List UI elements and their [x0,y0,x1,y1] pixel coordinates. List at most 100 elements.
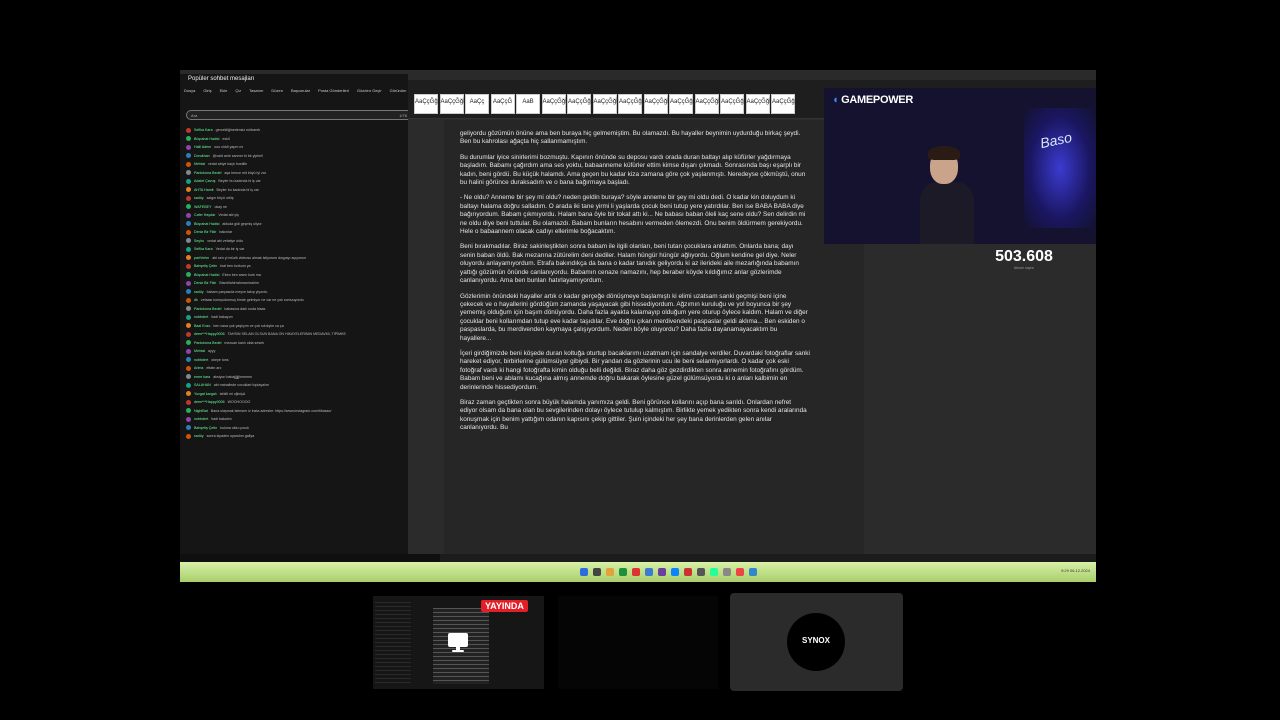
chat-author[interactable]: sadüy [194,434,204,438]
chat-message[interactable]: Halil Adem ooo ciddi yapm mı [186,143,408,152]
chat-message[interactable]: Sefika Kara Vedat da bir iş var [186,245,408,254]
chat-message[interactable]: Büşrahat Hadisi abluda gidi geçmiş oliyor [186,220,408,229]
style-gallery-item[interactable]: AaÇçĞ [490,94,515,114]
chat-message[interactable]: Büşrahat Hadisi Eben ben wsen kork ma [186,271,408,280]
taskbar-app-icon[interactable] [736,568,744,576]
chat-message[interactable]: Cafer Haydar Vedat abi yiş [186,211,408,220]
chat-author[interactable]: Dorukhan [194,154,210,158]
chat-message[interactable]: Bahşetiş Çetin kuluna oldu çocuk [186,424,408,433]
chat-message[interactable]: Sefika Kara gercekliğinedensiz mübarek [186,126,408,135]
menu-item[interactable]: Ekle [220,88,228,96]
chat-author[interactable]: nobbdert [194,417,208,421]
chat-message-list[interactable]: Sefika Kara gercekliğinedensiz mübarek Büş… [186,126,408,441]
chat-author[interactable]: deen***Happy0006 [194,332,225,336]
chat-message[interactable]: Bahşetiş Çetin kral ben korkum ya [186,262,408,271]
chat-author[interactable]: Mehtat [194,349,205,353]
chat-author[interactable]: emre kara [194,375,210,379]
chat-message[interactable]: Pantoloma Bedel aşa hence mit büyü iyi va… [186,169,408,178]
chat-message[interactable]: emre kara aksiyon babajjjjjjimmmm [186,373,408,382]
taskbar-app-icon[interactable] [710,568,718,576]
chat-author[interactable]: sadüy [194,196,204,200]
taskbar-app-icon[interactable] [580,568,588,576]
chat-message[interactable]: Arima ettatn arc [186,364,408,373]
chat-author[interactable]: Halil Adem [194,145,211,149]
chat-author[interactable]: Pantoloma Bedel [194,171,221,175]
chat-message[interactable]: Yozgat kargalı tahliti mi oljinişA [186,390,408,399]
chat-message[interactable]: sadüy sonra siyaden oyandım galiya [186,432,408,441]
chat-message[interactable]: nobbdert hadi bakalım [186,415,408,424]
menu-item[interactable]: Gözden Geçir [357,88,382,96]
style-gallery-item[interactable]: AaÇçĞğİ [567,94,592,114]
menu-item[interactable]: Görünüm [390,88,407,96]
chat-author[interactable]: Büşrahat Hadisi [194,222,219,226]
taskbar-app-icon[interactable] [632,568,640,576]
chat-message[interactable]: Pantoloma Bedel mezuan kanlı olda sesek [186,339,408,348]
chat-author[interactable]: Bahşetiş Çetin [194,426,217,430]
chat-author[interactable]: nobbdert [194,315,208,319]
chat-message[interactable]: nobbdert hadi bakayım [186,313,408,322]
chat-message[interactable]: Dorukhan @vaid amir sanmrr bi bk yiphell [186,152,408,161]
style-gallery-item[interactable]: AaÇçĞğİ [439,94,465,114]
chat-author[interactable]: Sefika Kara [194,247,213,251]
search-input[interactable]: Ara 1/76 [186,110,418,120]
menu-item[interactable]: Tasarım [249,88,263,96]
chat-author[interactable]: Büşrahat Hadisi [194,273,219,277]
chat-message[interactable]: Baal Enzo ben ossa çok yaşlıyım ve çok sı… [186,322,408,331]
participant-tile-synox[interactable]: SYNOX [730,593,903,691]
style-gallery-item[interactable]: AaÇçĞğİ [414,94,439,114]
menu-item[interactable]: Posta Gönderileri [318,88,349,96]
style-gallery-item[interactable]: AaÇçĞğİ [643,94,669,114]
chat-author[interactable]: Mehtat [194,162,205,166]
chat-author[interactable]: Baal Enzo [194,324,210,328]
style-gallery-item[interactable]: AaB [516,94,540,114]
style-gallery-item[interactable]: AaÇçĞğİ [720,94,745,114]
chat-author[interactable]: nobbdert [194,358,208,362]
chat-author[interactable]: deen***Happy0006 [194,400,225,404]
chat-author[interactable]: Arima [194,366,203,370]
chat-message[interactable]: Adalet Çavuş Beyler bu kadında bi iş var [186,177,408,186]
chat-author[interactable]: AHTA Hamit [194,188,214,192]
taskbar-app-icon[interactable] [593,568,601,576]
chat-author[interactable]: Pantoloma Bedel [194,341,221,345]
chat-author[interactable]: NightBat [194,409,208,413]
chat-message[interactable]: WAFEBEY okay ne [186,203,408,212]
taskbar-app-icon[interactable] [723,568,731,576]
taskbar-app-icon[interactable] [619,568,627,576]
live-stream-thumbnail[interactable]: YAYINDA [373,596,544,689]
chat-author[interactable]: sadüy [194,290,204,294]
chat-message[interactable]: NightBat Bana ulaşmak istersen iz insta a… [186,407,408,416]
menu-item[interactable]: Başvurular [291,88,310,96]
chat-message[interactable]: sadüy babam parçasıda meyve takıp yiyordu [186,288,408,297]
style-gallery-item[interactable]: AaÇçĞğİ [771,94,796,114]
chat-message[interactable]: Mehtat ayyy [186,347,408,356]
style-gallery-item[interactable]: AaÇç [465,94,489,114]
chat-author[interactable]: dk [194,298,198,302]
taskbar-app-icon[interactable] [671,568,679,576]
chat-author[interactable]: Yozgat kargalı [194,392,217,396]
chat-message[interactable]: pariVerim abi sen yi müzik videosu almak … [186,254,408,263]
style-gallery-item[interactable]: AaÇçĞğİ [669,94,694,114]
chat-message[interactable]: Deniz Bir Fikir bakınlar [186,228,408,237]
chat-author[interactable]: SALAHAN [194,383,211,387]
style-gallery-item[interactable]: AaÇçĞğİ [541,94,567,114]
menu-item[interactable]: Giriş [203,88,211,96]
taskbar-app-icon[interactable] [684,568,692,576]
chat-author[interactable]: Pantoloma Bedel [194,307,221,311]
chat-author[interactable]: WAFEBEY [194,205,211,209]
chat-message[interactable]: nobbdert okeye tuns [186,356,408,365]
chat-author[interactable]: Deniz Bir Fikir [194,281,216,285]
chat-message[interactable]: sadüy salgın büyü ortiiş [186,194,408,203]
style-gallery-item[interactable]: AaÇçĞğİ [592,94,618,114]
chat-author[interactable]: Deniz Bir Fikir [194,230,216,234]
chat-author[interactable]: Cafer Haydar [194,213,215,217]
style-gallery-item[interactable]: AaÇçĞğİ [745,94,771,114]
style-gallery-item[interactable]: AaÇçĞğİ [618,94,643,114]
chat-message[interactable]: deen***Happy0006 TAHSIN SELAM OLSUN BANA … [186,330,408,339]
chat-author[interactable]: Seyhu [194,239,204,243]
taskbar-app-icon[interactable] [658,568,666,576]
chat-message[interactable]: SALAHAN abi mahallede cocuklart toplayalı… [186,381,408,390]
taskbar-app-icon[interactable] [606,568,614,576]
taskbar-app-icon[interactable] [749,568,757,576]
empty-participant-tile[interactable] [558,596,718,689]
taskbar[interactable]: 9:29 06.12.2024 [180,562,1096,582]
